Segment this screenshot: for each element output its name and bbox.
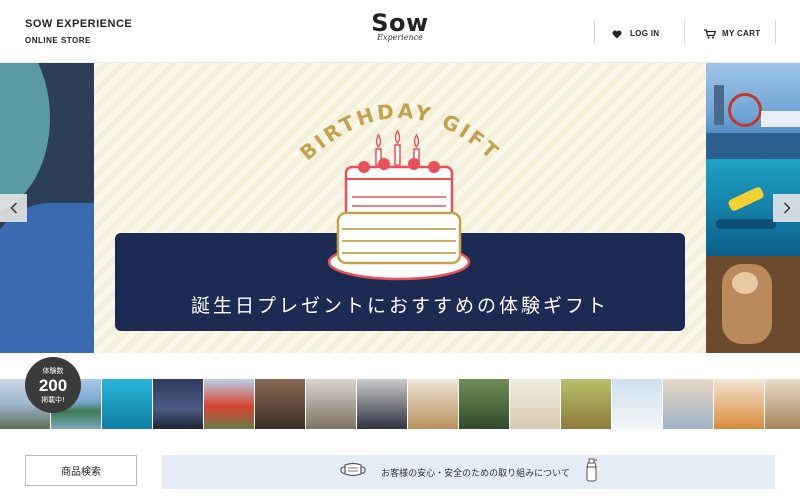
brand-subtitle: ONLINE STORE — [25, 36, 91, 45]
thumb-suits[interactable] — [357, 379, 407, 429]
header-divider — [684, 20, 685, 44]
badge-label-top: 体験数 — [42, 367, 64, 375]
slide-birthday-gift[interactable]: BIRTHDAY GIFT 誕生日プレゼントにおすすめの体験ギフト — [94, 63, 706, 353]
login-button[interactable]: LOG IN — [612, 24, 659, 43]
cart-button[interactable]: MY CART — [704, 24, 760, 43]
thumb-wine[interactable] — [510, 379, 560, 429]
chevron-right-icon — [783, 199, 791, 218]
thumb-skiing[interactable] — [612, 379, 662, 429]
safety-notice-text: お客様の安心・安全のための取り組みについて — [381, 468, 570, 479]
cart-icon — [704, 24, 717, 43]
site-header: SOW EXPERIENCE ONLINE STORE Sow Experien… — [0, 0, 800, 63]
thumb-hotel-night[interactable] — [153, 379, 203, 429]
badge-count: 200 — [38, 376, 68, 395]
spray-bottle-icon — [584, 458, 598, 486]
hero-slider[interactable]: BIRTHDAY GIFT 誕生日プレゼントにおすすめの体験ギフト — [0, 63, 800, 353]
brand-block[interactable]: SOW EXPERIENCE ONLINE STORE — [25, 18, 132, 45]
header-divider — [594, 20, 595, 44]
safety-notice-link[interactable]: お客様の安心・安全のための取り組みについて — [162, 455, 775, 489]
thumb-cooking[interactable] — [306, 379, 356, 429]
thumb-pottery[interactable] — [255, 379, 305, 429]
thumb-forest[interactable] — [459, 379, 509, 429]
login-label: LOG IN — [630, 29, 660, 38]
experience-count-badge: 体験数 200 掲載中! — [25, 357, 81, 413]
badge-label-bottom: 掲載中! — [41, 396, 65, 404]
hero-banner-text: 誕生日プレゼントにおすすめの体験ギフト — [190, 294, 609, 317]
thumb-sunset-sky[interactable] — [663, 379, 713, 429]
mask-icon — [339, 462, 367, 482]
experience-thumbnail-strip[interactable] — [0, 379, 800, 429]
thumb-sightseeing-bus[interactable] — [204, 379, 254, 429]
cake-top-tier — [344, 158, 454, 219]
site-logo[interactable]: Sow Experience — [362, 10, 438, 50]
chevron-left-icon — [9, 199, 18, 218]
cart-label: MY CART — [722, 29, 761, 38]
thumb-dining[interactable] — [408, 379, 458, 429]
slider-next-button[interactable] — [773, 194, 800, 222]
thumb-snorkel[interactable] — [102, 379, 152, 429]
heart-icon — [612, 24, 622, 43]
product-search-button[interactable]: 商品検索 — [25, 455, 137, 486]
spa-photo — [706, 256, 800, 353]
slider-prev-button[interactable] — [0, 194, 27, 222]
brand-title[interactable]: SOW EXPERIENCE — [25, 18, 132, 30]
thumb-cheetah[interactable] — [561, 379, 611, 429]
hero-banner[interactable]: 誕生日プレゼントにおすすめの体験ギフト — [115, 233, 685, 331]
header-divider — [775, 20, 776, 44]
thumb-table[interactable] — [765, 379, 800, 429]
thumb-fruit-dessert[interactable] — [714, 379, 764, 429]
harbor-photo — [706, 63, 800, 159]
